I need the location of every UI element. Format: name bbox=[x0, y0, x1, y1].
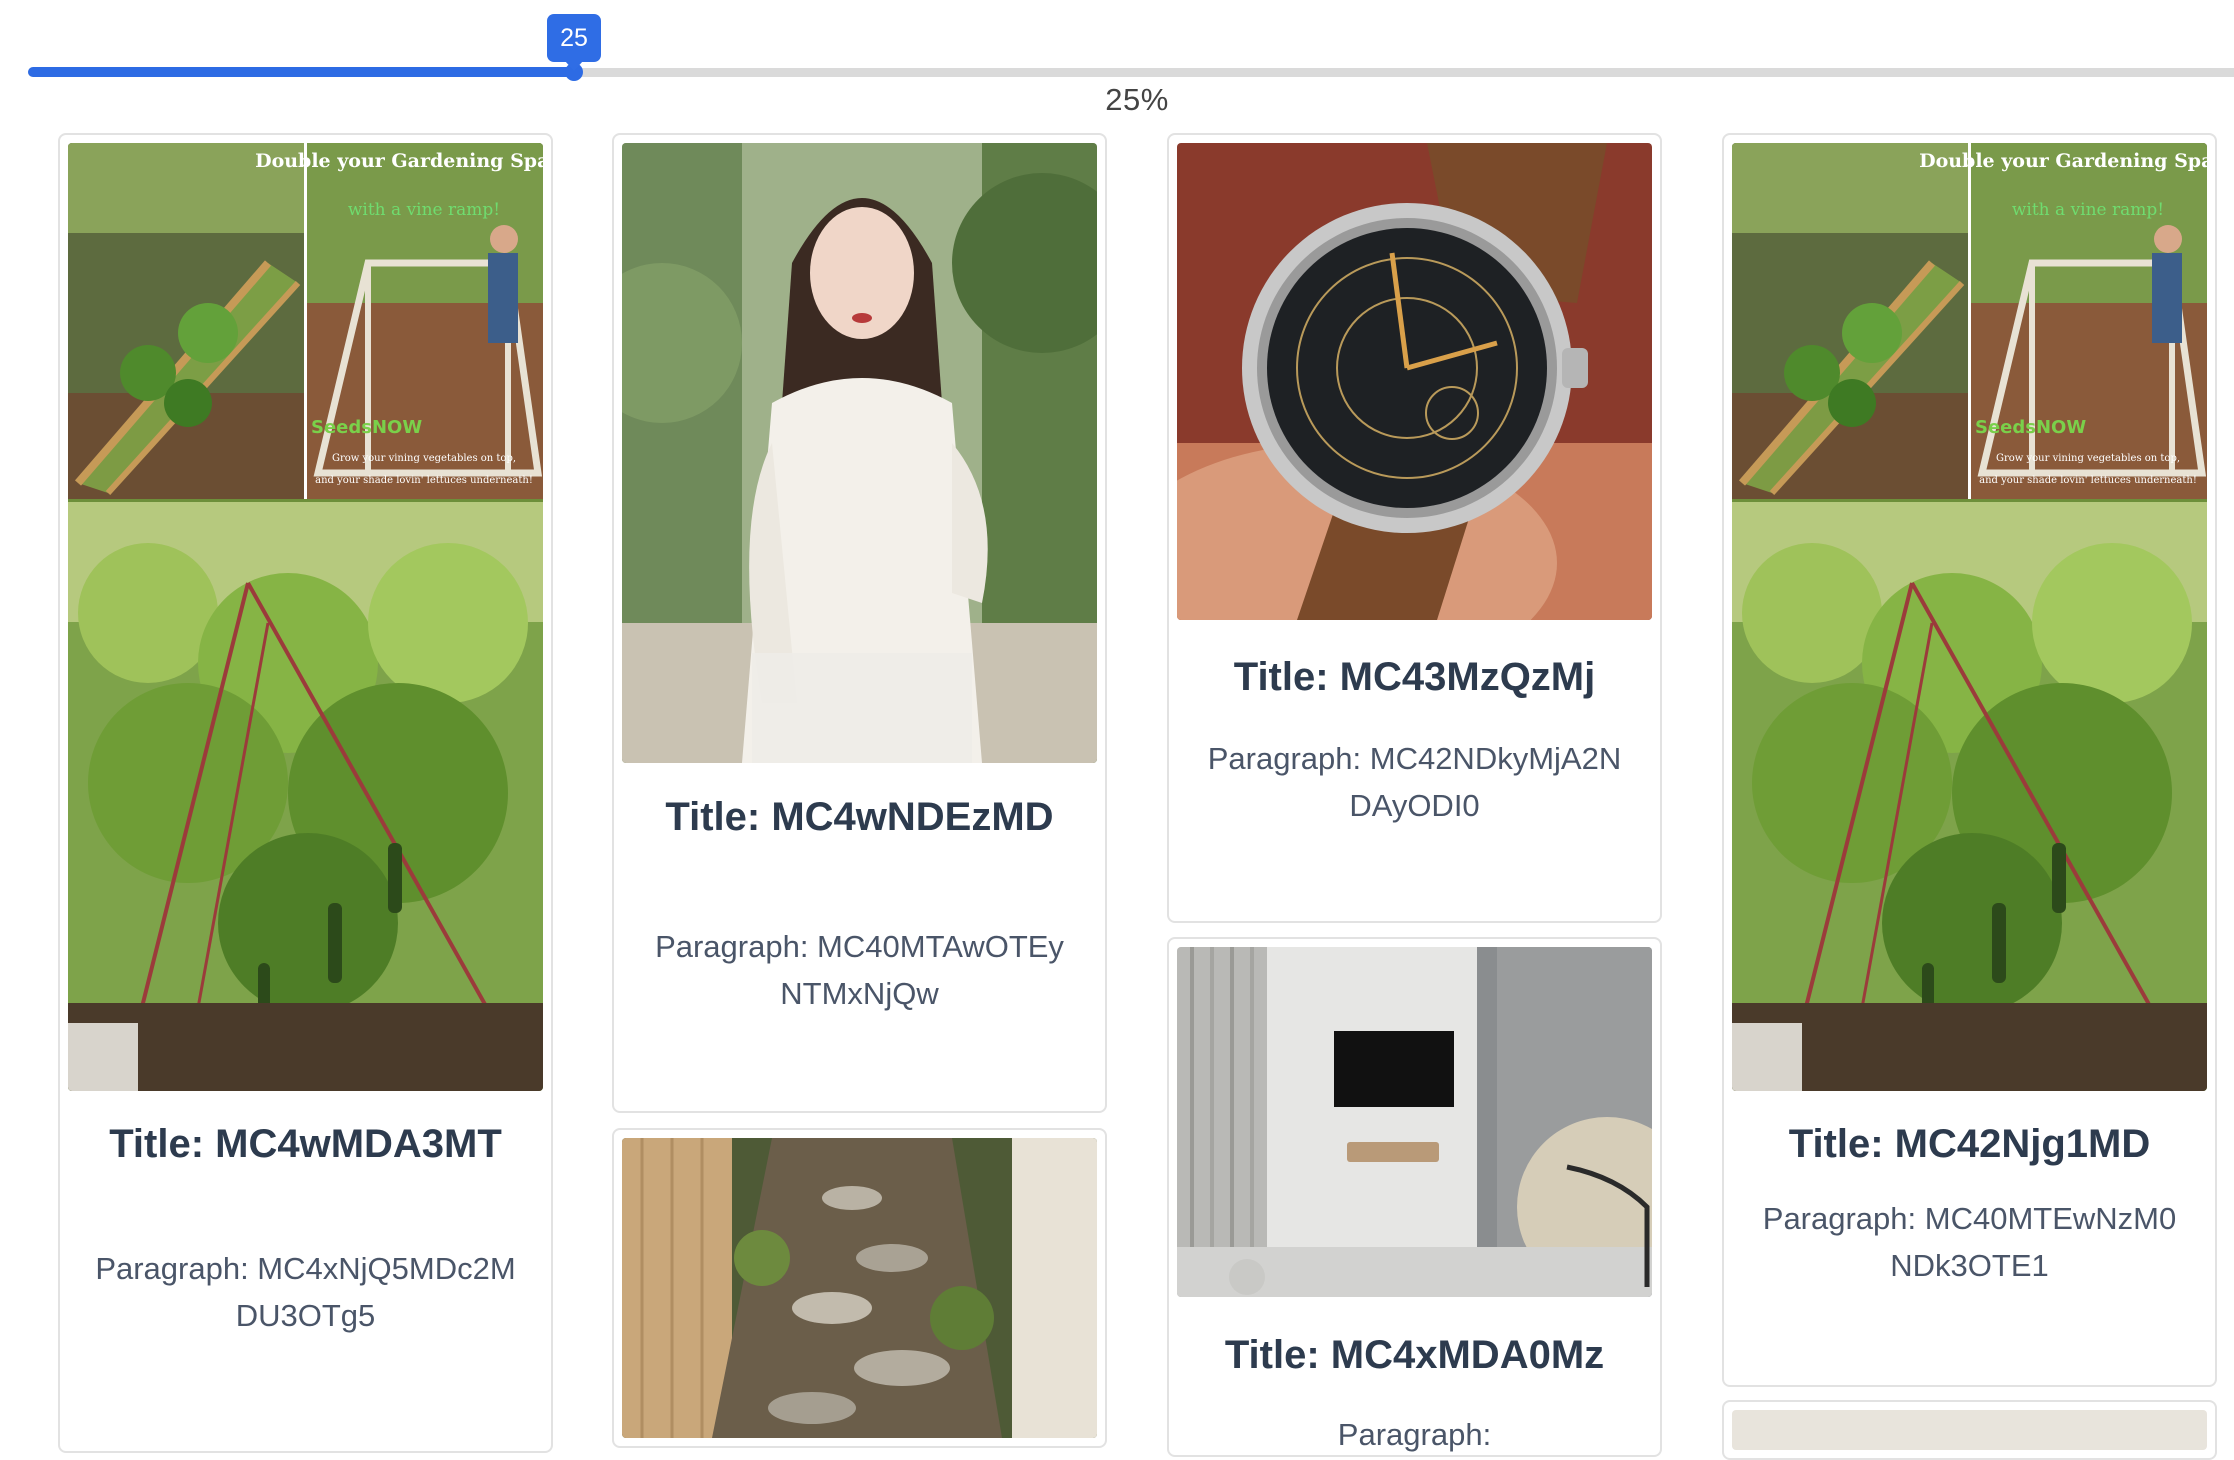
image-headline: Double your Gardening Space... bbox=[1919, 150, 2207, 172]
card-5[interactable]: Double your Gardening Space... with a vi… bbox=[1722, 133, 2217, 1387]
slider-value-tooltip[interactable]: 25 bbox=[547, 14, 601, 62]
card-title: Title: MC4wMDA3MT bbox=[109, 1122, 502, 1166]
card-2[interactable]: Title: MC4wNDEzMD Paragraph: MC40MTAwOTE… bbox=[612, 133, 1107, 1113]
image-caption-2: and your shade lovin' lettuces underneat… bbox=[1979, 475, 2197, 486]
image-caption-2: and your shade lovin' lettuces underneat… bbox=[315, 475, 533, 486]
card-paragraph: Paragraph: MC4xNjQ5MDc2MDU3OTg5 bbox=[95, 1251, 516, 1333]
card-paragraph: Paragraph: MC40MTAwOTEyNTMxNjQw bbox=[655, 929, 1064, 1011]
card-paragraph: Paragraph: MC40MTEwNzM0NDk3OTE1 bbox=[1762, 1201, 2177, 1283]
card-paragraph: Paragraph: bbox=[1337, 1417, 1492, 1452]
card-image-woman-portrait bbox=[622, 143, 1097, 763]
card-4[interactable]: Title: MC4xMDA0Mz Paragraph: bbox=[1167, 937, 1662, 1457]
card-title: Title: MC4xMDA0Mz bbox=[1224, 1333, 1605, 1377]
card-image-garden-trellis: Double your Gardening Space... with a vi… bbox=[1732, 143, 2207, 1091]
slider-value-label: 25 bbox=[560, 23, 588, 52]
card-paragraph: Paragraph: MC42NDkyMjA2NDAyODI0 bbox=[1207, 741, 1622, 823]
card-image bbox=[1732, 1410, 2207, 1450]
slider-fill bbox=[28, 67, 574, 77]
image-headline: Double your Gardening Space... bbox=[255, 150, 543, 172]
card-3[interactable]: Title: MC43MzQzMj Paragraph: MC42NDkyMjA… bbox=[1167, 133, 1662, 923]
card-title: Title: MC42Njg1MD bbox=[1788, 1122, 2151, 1166]
card-image-living-room bbox=[1177, 947, 1652, 1297]
range-slider[interactable]: 25 25% bbox=[0, 0, 2234, 120]
image-caption-1: Grow your vining vegetables on top, bbox=[1996, 453, 2180, 464]
image-brand: SeedsNOW bbox=[1975, 417, 2086, 438]
card-7[interactable] bbox=[1722, 1400, 2217, 1460]
image-subline: with a vine ramp! bbox=[348, 200, 500, 220]
card-image-garden-trellis: Double your Gardening Space... with a vi… bbox=[68, 143, 543, 1091]
image-caption-1: Grow your vining vegetables on top, bbox=[332, 453, 516, 464]
image-subline: with a vine ramp! bbox=[2012, 200, 2164, 220]
slider-percent-label: 25% bbox=[1105, 82, 1169, 117]
card-image-wristwatch bbox=[1177, 143, 1652, 620]
card-title: Title: MC43MzQzMj bbox=[1233, 655, 1596, 699]
card-1[interactable]: Double your Gardening Space... with a vi… bbox=[58, 133, 553, 1453]
card-image-garden-path bbox=[622, 1138, 1097, 1438]
image-brand: SeedsNOW bbox=[311, 417, 422, 438]
card-title: Title: MC4wNDEzMD bbox=[665, 795, 1054, 839]
card-6[interactable] bbox=[612, 1128, 1107, 1448]
